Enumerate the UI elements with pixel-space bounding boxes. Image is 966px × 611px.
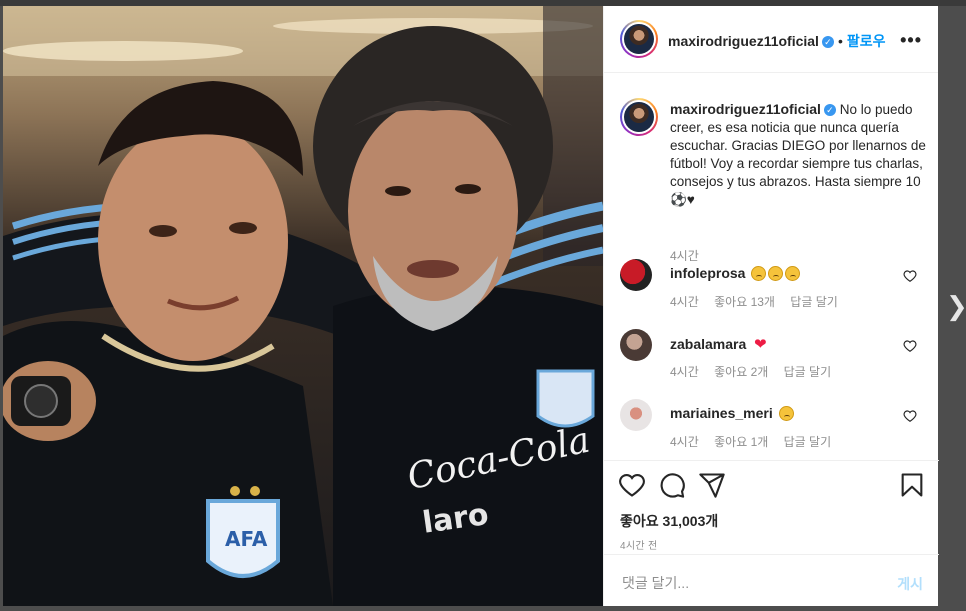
comment-body: zabalamara ❤ xyxy=(670,335,767,353)
comment-username[interactable]: mariaines_meri xyxy=(670,405,773,421)
comment-username[interactable]: zabalamara xyxy=(670,336,746,352)
comment-item: zabalamara ❤ 4시간 좋아요 2개 답글 달기 xyxy=(620,329,925,389)
verified-icon: ✓ xyxy=(823,104,836,117)
comment-body: infoleprosa xyxy=(670,265,801,281)
comment-username[interactable]: infoleprosa xyxy=(670,265,745,281)
comment-time[interactable]: 4시간 xyxy=(670,295,699,309)
comment-item: mariaines_meri 4시간 좋아요 1개 답글 달기 xyxy=(620,399,925,459)
heart-icon[interactable] xyxy=(903,339,917,353)
sad-face-icon xyxy=(778,406,794,421)
more-icon[interactable]: ••• xyxy=(900,30,922,51)
add-comment-bar: 게시 xyxy=(604,554,939,608)
heart-icon[interactable] xyxy=(903,269,917,283)
comment-likes[interactable]: 좋아요 2개 xyxy=(714,365,768,379)
comment-meta: 4시간 좋아요 2개 답글 달기 xyxy=(670,363,843,380)
reply-button[interactable]: 답글 달기 xyxy=(784,435,832,449)
comment-meta: 4시간 좋아요 13개 답글 달기 xyxy=(670,293,850,310)
post-comment-button[interactable]: 게시 xyxy=(897,574,923,594)
comment-input[interactable] xyxy=(620,571,874,595)
comment-avatar[interactable] xyxy=(620,329,652,361)
comments-list[interactable]: maxirodriguez11oficial ✓ No lo puedo cree… xyxy=(604,73,939,460)
comment-meta: 4시간 좋아요 1개 답글 달기 xyxy=(670,433,843,450)
comment-avatar[interactable] xyxy=(620,259,652,291)
verified-icon: ✓ xyxy=(821,36,834,49)
share-icon[interactable] xyxy=(698,471,726,499)
caption-avatar[interactable] xyxy=(620,98,658,136)
comment-avatar[interactable] xyxy=(620,399,652,431)
reply-button[interactable]: 답글 달기 xyxy=(790,295,838,309)
comment-icon[interactable] xyxy=(658,471,686,499)
red-heart-icon: ❤ xyxy=(754,336,767,353)
next-post-arrow-icon[interactable]: ❯ xyxy=(946,290,966,322)
follow-button[interactable]: 팔로우 xyxy=(847,33,886,49)
svg-text:AFA: AFA xyxy=(225,527,268,551)
photo-illustration: AFA Coca-Cola laro xyxy=(3,6,603,606)
caption-username[interactable]: maxirodriguez11oficial xyxy=(670,101,821,117)
comment-likes[interactable]: 좋아요 1개 xyxy=(714,435,768,449)
sad-face-icon xyxy=(751,266,767,281)
post-header: maxirodriguez11oficial ✓ • 팔로우 ••• xyxy=(604,6,938,73)
post-actions: 좋아요 31,003개 4시간 전 게시 xyxy=(604,460,939,607)
reply-button[interactable]: 답글 달기 xyxy=(784,365,832,379)
author-avatar[interactable] xyxy=(620,20,658,58)
sad-face-icon xyxy=(785,266,801,281)
caption-body: No lo puedo creer, es esa noticia que nu… xyxy=(670,102,926,207)
caption-text: maxirodriguez11oficial ✓ No lo puedo cree… xyxy=(670,100,930,209)
posted-time[interactable]: 4시간 전 xyxy=(620,537,657,552)
post-panel: maxirodriguez11oficial ✓ • 팔로우 ••• maxirodr… xyxy=(603,6,939,607)
header-user: maxirodriguez11oficial ✓ • 팔로우 xyxy=(668,31,886,51)
likes-count[interactable]: 좋아요 31,003개 xyxy=(620,511,718,531)
sad-face-icon xyxy=(768,266,784,281)
comment-time[interactable]: 4시간 xyxy=(670,435,699,449)
separator-dot: • xyxy=(837,33,843,49)
author-username[interactable]: maxirodriguez11oficial xyxy=(668,33,819,49)
comment-body: mariaines_meri xyxy=(670,405,794,421)
comment-time[interactable]: 4시간 xyxy=(670,365,699,379)
comment-item: infoleprosa 4시간 좋아요 13개 답글 달기 xyxy=(620,259,925,319)
comment-likes[interactable]: 좋아요 13개 xyxy=(714,295,775,309)
heart-icon[interactable] xyxy=(903,409,917,423)
save-icon[interactable] xyxy=(898,471,926,499)
post-photo[interactable]: AFA Coca-Cola laro xyxy=(3,6,603,606)
like-icon[interactable] xyxy=(618,471,646,499)
